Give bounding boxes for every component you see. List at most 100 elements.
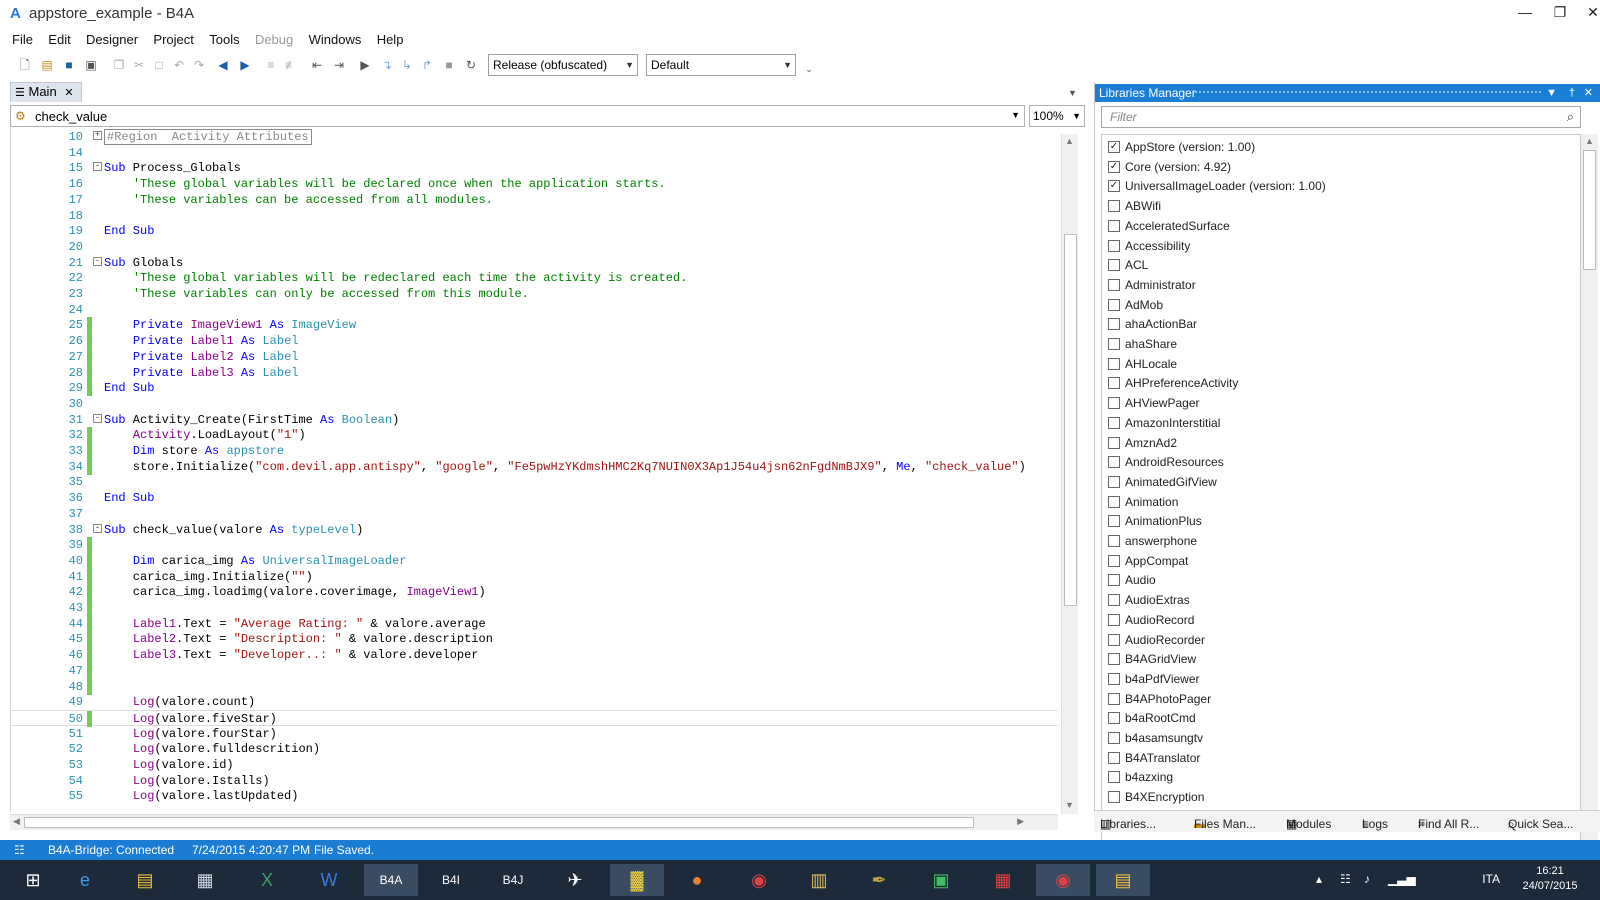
word-icon[interactable]: W <box>302 864 356 896</box>
signal-icon[interactable]: ▁▃▅ <box>1388 872 1416 886</box>
code-line[interactable]: 49 Log(valore.count) <box>11 694 1058 710</box>
library-checkbox[interactable] <box>1108 259 1120 272</box>
collapse-icon[interactable]: - <box>93 523 102 533</box>
code-line[interactable]: 51 Log(valore.fourStar) <box>11 726 1058 742</box>
code-line[interactable]: 46 Label3.Text = "Developer..: " & valor… <box>11 647 1058 664</box>
library-item[interactable]: AnimatedGifView <box>1108 472 1568 492</box>
library-checkbox[interactable] <box>1108 436 1120 449</box>
step-into-icon[interactable]: ↴ <box>378 56 396 74</box>
code-line[interactable]: 38- Sub check_value(valore As typeLevel) <box>11 522 1058 538</box>
menu-edit[interactable]: Edit <box>42 30 76 50</box>
library-checkbox[interactable] <box>1108 751 1120 764</box>
library-item[interactable]: ✓ UniversalImageLoader (version: 1.00) <box>1108 176 1568 196</box>
code-line[interactable]: 19 End Sub <box>11 223 1058 239</box>
step-out-icon[interactable]: ↱ <box>418 56 436 74</box>
code-line[interactable]: 29 End Sub <box>11 380 1058 397</box>
library-checkbox[interactable] <box>1108 338 1120 350</box>
excel-icon[interactable]: X <box>240 864 294 896</box>
scrollbar-thumb[interactable] <box>1583 150 1596 270</box>
library-checkbox[interactable]: ✓ <box>1108 160 1120 173</box>
library-item[interactable]: ahaShare <box>1108 334 1568 354</box>
redo-icon[interactable]: ↷ <box>190 56 208 74</box>
zoom-select[interactable]: 100% ▼ <box>1029 105 1085 127</box>
library-checkbox[interactable] <box>1108 397 1120 410</box>
calculator-icon[interactable]: ▦ <box>178 864 232 896</box>
internet-explorer-icon[interactable]: e <box>58 864 112 896</box>
library-item[interactable]: AmazonInterstitial <box>1108 413 1568 433</box>
chart-app-icon[interactable]: ▓ <box>610 864 664 896</box>
build-configuration-select[interactable]: Release (obfuscated) ▼ <box>488 54 638 76</box>
library-checkbox[interactable] <box>1108 515 1120 528</box>
code-line[interactable]: 34 store.Initialize("com.devil.app.antis… <box>11 458 1058 475</box>
code-line[interactable]: 54 Log(valore.Istalls) <box>11 773 1058 789</box>
stop-icon[interactable]: ■ <box>440 56 458 74</box>
code-line[interactable]: 10 + #Region Activity Attributes <box>11 129 1058 145</box>
scroll-right-icon[interactable]: ▶ <box>1017 816 1024 827</box>
start-button-icon[interactable]: ⊞ <box>6 864 60 896</box>
library-checkbox[interactable] <box>1108 672 1120 685</box>
search-icon[interactable]: ⌕ <box>1567 109 1574 125</box>
library-item[interactable]: B4APhotoPager <box>1108 689 1568 709</box>
library-item[interactable]: B4ATranslator <box>1108 748 1568 768</box>
library-checkbox[interactable] <box>1108 475 1120 488</box>
code-line[interactable]: 39 <box>11 537 1058 554</box>
library-item[interactable]: Administrator <box>1108 275 1568 295</box>
database-icon[interactable]: ▥ <box>792 864 846 896</box>
new-file-icon[interactable]: 🗋 <box>16 56 34 74</box>
code-line[interactable]: 21- Sub Globals <box>11 255 1058 271</box>
library-item[interactable]: AHPreferenceActivity <box>1108 373 1568 393</box>
code-line[interactable]: 18 <box>11 208 1058 224</box>
code-line[interactable]: 28 Private Label3 As Label <box>11 364 1058 381</box>
code-line[interactable]: 24 <box>11 302 1058 318</box>
library-checkbox[interactable] <box>1108 456 1120 469</box>
code-line[interactable]: 43 <box>11 600 1058 616</box>
navigate-forward-icon[interactable]: ▶ <box>236 56 254 74</box>
collapse-icon[interactable]: - <box>93 413 102 423</box>
scrollbar-thumb[interactable] <box>24 817 974 828</box>
code-line[interactable]: 15- Sub Process_Globals <box>11 160 1058 176</box>
code-line[interactable]: 30 <box>11 396 1058 412</box>
library-checkbox[interactable] <box>1108 377 1120 390</box>
paste-icon[interactable]: □ <box>150 56 168 74</box>
library-item[interactable]: AHLocale <box>1108 354 1568 374</box>
library-item[interactable]: AnimationPlus <box>1108 511 1568 531</box>
library-checkbox[interactable] <box>1108 791 1120 804</box>
indent-icon[interactable]: ⇥ <box>330 56 348 74</box>
code-line[interactable]: 27 Private Label2 As Label <box>11 348 1058 365</box>
code-line[interactable]: 50 Log(valore.fiveStar) <box>11 709 1058 727</box>
chrome-window-icon[interactable]: ◉ <box>1036 864 1090 896</box>
code-line[interactable]: 26 Private Label1 As Label <box>11 333 1058 350</box>
menu-debug[interactable]: Debug <box>249 30 299 50</box>
library-item[interactable]: AHViewPager <box>1108 393 1568 413</box>
open-folder-icon[interactable]: ▤ <box>38 56 56 74</box>
library-item[interactable]: ahaActionBar <box>1108 314 1568 334</box>
network-icon[interactable]: ☷ <box>1340 872 1351 886</box>
library-checkbox[interactable] <box>1108 554 1120 567</box>
code-line[interactable]: 36 End Sub <box>11 490 1058 506</box>
library-item[interactable]: AmznAd2 <box>1108 433 1568 453</box>
save-icon[interactable]: ■ <box>60 56 78 74</box>
library-item[interactable]: Audio <box>1108 570 1568 590</box>
library-item[interactable]: AcceleratedSurface <box>1108 216 1568 236</box>
code-line[interactable]: 37 <box>11 506 1058 522</box>
library-item[interactable]: AudioExtras <box>1108 590 1568 610</box>
library-filter-input[interactable]: Filter ⌕ <box>1101 106 1581 128</box>
undo-icon[interactable]: ↶ <box>170 56 188 74</box>
menu-windows[interactable]: Windows <box>303 30 368 50</box>
scroll-up-icon[interactable]: ▲ <box>1585 136 1594 146</box>
collapse-icon[interactable]: - <box>93 162 102 172</box>
editor-horizontal-scrollbar[interactable]: ◀ ▶ <box>10 814 1058 830</box>
library-item[interactable]: ABWifi <box>1108 196 1568 216</box>
color-picker-icon[interactable]: ▣ <box>914 864 968 896</box>
clock[interactable]: 16:21 24/07/2015 <box>1518 864 1582 894</box>
library-checkbox[interactable] <box>1108 535 1120 547</box>
expand-icon[interactable]: + <box>93 131 102 140</box>
library-checkbox[interactable] <box>1108 771 1120 784</box>
code-line[interactable]: 31- Sub Activity_Create(FirstTime As Bool… <box>11 412 1058 428</box>
pin-icon[interactable]: † <box>1569 84 1575 102</box>
library-item[interactable]: B4XEncryption <box>1108 787 1568 807</box>
editor-vertical-scrollbar[interactable]: ▲ ▼ <box>1061 134 1078 814</box>
menu-designer[interactable]: Designer <box>80 30 144 50</box>
library-checkbox[interactable]: ✓ <box>1108 141 1120 153</box>
bridge-app-icon[interactable]: ✈ <box>548 864 602 896</box>
